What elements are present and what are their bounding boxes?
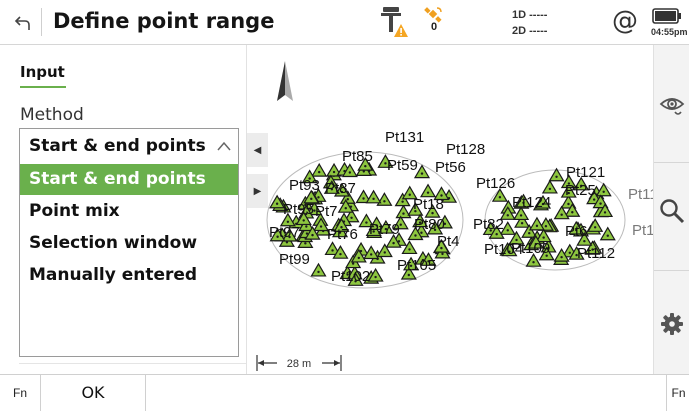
page-title: Define point range: [53, 9, 275, 33]
zoom-icon[interactable]: [658, 197, 686, 225]
survey-point-marker[interactable]: [365, 189, 382, 204]
left-panel: Input Method Start & end points Start & …: [0, 45, 247, 374]
active-tab-indicator: [20, 86, 66, 88]
method-option-manually-entered[interactable]: Manually entered: [20, 260, 238, 291]
point-label: Pt7: [315, 203, 338, 220]
chevron-up-icon: [217, 141, 231, 151]
point-label: Pt95: [283, 201, 314, 218]
survey-point-marker[interactable]: [541, 179, 558, 194]
survey-point-marker[interactable]: [419, 183, 437, 198]
method-option-point-mix[interactable]: Point mix: [20, 196, 238, 227]
back-button[interactable]: [10, 10, 36, 36]
point-label: Pt4: [437, 233, 460, 250]
point-label: Pt121: [566, 164, 605, 181]
settings-gear-icon[interactable]: [658, 310, 686, 338]
point-label: Pt87: [325, 180, 356, 197]
point-label: Pt85: [342, 148, 373, 165]
survey-point-marker[interactable]: [376, 192, 393, 206]
point-label: Pt126: [476, 175, 515, 192]
point-label: Pt102: [331, 268, 370, 285]
survey-point-marker[interactable]: [310, 262, 327, 277]
method-option-start-end[interactable]: Start & end points: [20, 164, 238, 195]
point-label: Pt18: [413, 196, 444, 213]
toolbar-separator: [654, 270, 689, 271]
header-divider: [41, 8, 42, 36]
map-view[interactable]: Pt131 Pt128 Pt85 Pt59 Pt56 Pt126 Pt121 Pt93 Pt87…: [247, 45, 653, 374]
triangle-left-icon: ◀: [253, 144, 262, 156]
at-icon[interactable]: @: [612, 6, 638, 36]
point-label: Pt124: [512, 194, 551, 211]
map-nav-left-button[interactable]: ◀: [247, 133, 268, 167]
title-bar: Define point range 0 1D ----- 2D ----- @…: [0, 0, 689, 45]
back-arrow-icon: [14, 16, 30, 30]
toolbar-separator: [654, 162, 689, 163]
point-label: Pt82: [473, 216, 504, 233]
map-canvas[interactable]: Pt131 Pt128 Pt85 Pt59 Pt56 Pt126 Pt121 Pt93 Pt87…: [247, 45, 653, 374]
eye-view-icon[interactable]: [658, 91, 686, 119]
softkey-bar: Fn OK Fn: [0, 374, 689, 411]
point-label: Pt6: [565, 223, 588, 240]
survey-point-marker[interactable]: [311, 162, 328, 177]
ok-button[interactable]: OK: [41, 375, 146, 411]
point-label: Pt76: [327, 226, 358, 243]
north-arrow-icon: [277, 61, 293, 101]
map-nav-right-button[interactable]: ▶: [247, 174, 268, 208]
precision-1d: 1D -----: [512, 9, 548, 21]
point-label: Pt97: [269, 224, 300, 241]
tab-input[interactable]: Input: [20, 63, 65, 81]
battery-icon[interactable]: [652, 8, 682, 24]
point-label: Pt128: [446, 141, 485, 158]
method-current-label: Start & end points: [29, 136, 206, 156]
survey-point-marker[interactable]: [528, 216, 545, 231]
method-option-selection-window[interactable]: Selection window: [20, 228, 238, 259]
map-toolbar: [653, 45, 689, 374]
scale-bar: 28 m: [256, 355, 342, 371]
point-label: Pt131: [385, 129, 424, 146]
point-label: Pt25: [565, 182, 596, 199]
clock: 04:55pm: [651, 27, 688, 37]
survey-point-marker[interactable]: [395, 204, 412, 219]
point-label: Pt99: [279, 251, 310, 268]
survey-point-marker[interactable]: [599, 226, 616, 241]
point-label: Pt93: [289, 177, 320, 194]
precision-2d: 2D -----: [512, 25, 548, 37]
gnss-receiver-warning-icon[interactable]: [376, 5, 410, 39]
precision-readout[interactable]: 1D ----- 2D -----: [512, 7, 547, 39]
triangle-right-icon: ▶: [253, 185, 262, 197]
point-label: Pt109: [511, 240, 550, 257]
point-label: Pt56: [435, 159, 466, 176]
fn-button-left[interactable]: Fn: [0, 375, 41, 411]
scale-bar-label: 28 m: [287, 358, 311, 370]
fn-button-right[interactable]: Fn: [666, 375, 689, 411]
point-label: Pt79: [369, 221, 400, 238]
point-label: Pt105: [397, 257, 436, 274]
satellite-count: 0: [431, 21, 438, 33]
panel-divider: [19, 363, 246, 364]
survey-point-marker[interactable]: [587, 218, 604, 232]
method-current-value[interactable]: Start & end points: [20, 131, 238, 162]
point-label: Pt59: [387, 157, 418, 174]
method-label: Method: [20, 105, 84, 125]
method-dropdown[interactable]: Start & end points Start & end points Po…: [19, 128, 239, 357]
point-label: Pt115: [632, 222, 653, 239]
point-label: Pt80: [414, 216, 445, 233]
point-label: Pt117: [628, 186, 653, 203]
point-label: Pt112: [577, 245, 615, 262]
